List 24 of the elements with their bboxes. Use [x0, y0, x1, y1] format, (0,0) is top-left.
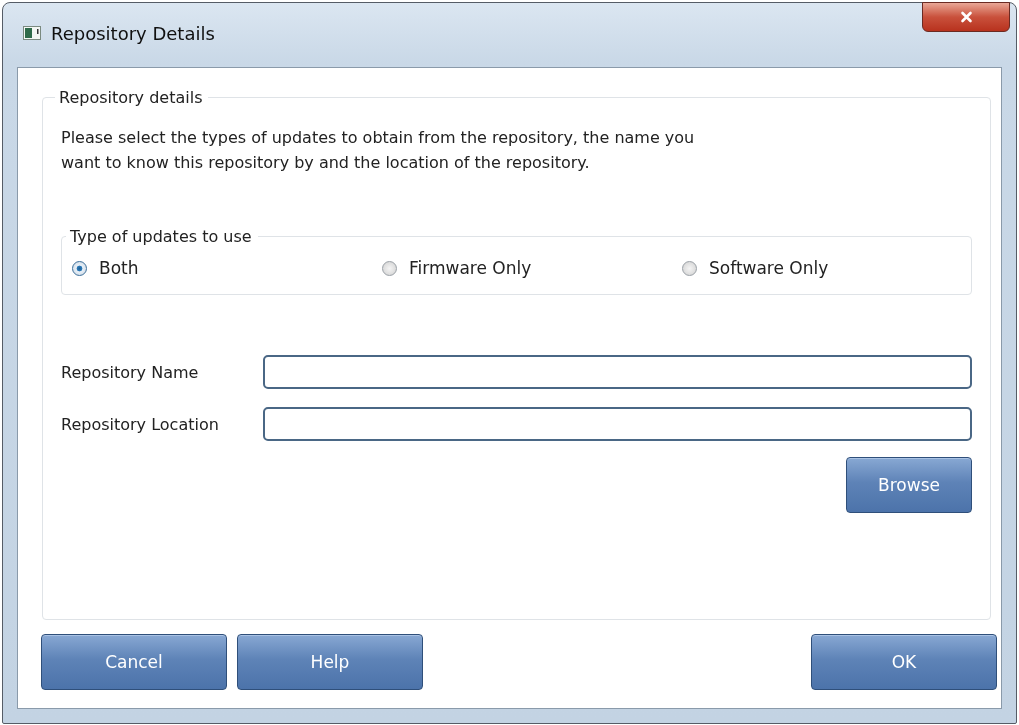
- radio-label: Software Only: [709, 258, 829, 278]
- browse-button[interactable]: Browse: [846, 457, 972, 513]
- field-label: Repository Location: [61, 414, 220, 434]
- group-title: Type of updates to use: [69, 227, 253, 246]
- close-button[interactable]: [922, 2, 1010, 32]
- description-text: Please select the types of updates to obtain from the repository, the name you want to know this repository by and the location of the repository.: [61, 127, 696, 174]
- radio-button[interactable]: [682, 260, 697, 276]
- input-field[interactable]: [263, 355, 972, 389]
- window-icon: [23, 26, 41, 40]
- dialog-button[interactable]: Cancel: [41, 634, 227, 690]
- dialog-button[interactable]: OK: [811, 634, 997, 690]
- radio-button[interactable]: [382, 260, 397, 276]
- field-label: Repository Name: [61, 362, 200, 382]
- radio-option[interactable]: Both: [72, 258, 382, 278]
- input-field[interactable]: [263, 407, 972, 441]
- radio-label: Firmware Only: [409, 258, 532, 278]
- radio-option[interactable]: Software Only: [682, 258, 959, 278]
- window-title: Repository Details: [51, 22, 215, 44]
- close-icon: [959, 11, 973, 23]
- group-title: Repository details: [58, 88, 204, 107]
- dialog-button[interactable]: Help: [237, 634, 423, 690]
- radio-option[interactable]: Firmware Only: [382, 258, 682, 278]
- radio-label: Both: [99, 258, 139, 278]
- radio-button[interactable]: [72, 260, 87, 276]
